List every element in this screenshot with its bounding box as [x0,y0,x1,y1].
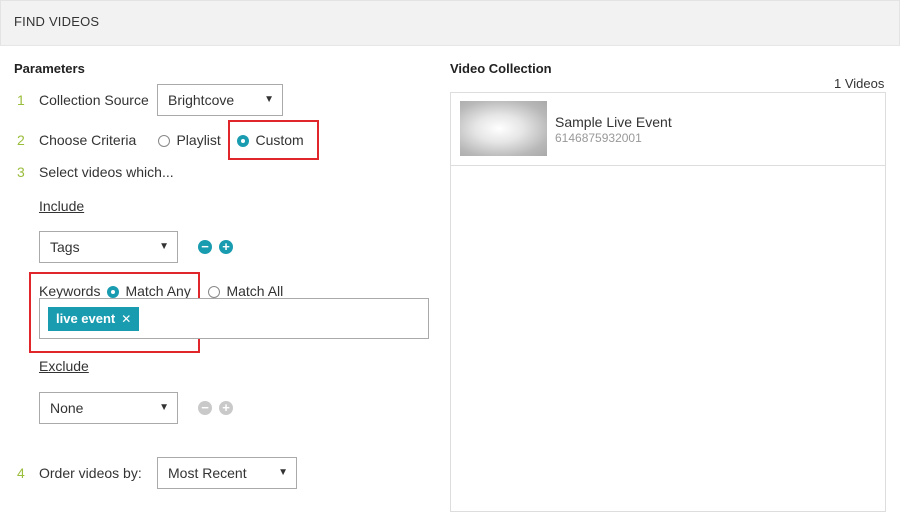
exclude-heading: Exclude [39,358,89,374]
video-collection-heading: Video Collection [450,61,552,76]
video-id: 6146875932001 [555,131,642,145]
order-videos-value: Most Recent [168,465,247,481]
keywords-label: Keywords [39,283,101,299]
include-field-select[interactable]: Tags ▼ [39,231,178,263]
video-title: Sample Live Event [555,114,672,130]
remove-criteria-button[interactable]: − [198,240,212,254]
find-videos-header [0,0,900,46]
match-any-label: Match Any [125,283,191,299]
close-icon[interactable]: ✕ [121,312,131,326]
order-videos-label: Order videos by: [39,465,142,481]
collection-source-select[interactable]: Brightcove ▼ [157,84,283,116]
minus-circle-icon: − [201,239,209,254]
criteria-option-custom[interactable]: Custom [237,132,304,150]
order-videos-select[interactable]: Most Recent ▼ [157,457,297,489]
step-number-3: 3 [17,164,25,180]
exclude-add-button: + [219,401,233,415]
playlist-label: Playlist [176,132,221,148]
keyword-tag-chip: live event ✕ [48,307,140,331]
exclude-remove-button: − [198,401,212,415]
exclude-field-value: None [50,400,84,416]
custom-label: Custom [255,132,304,148]
playlist-radio[interactable] [158,134,170,147]
plus-circle-icon: + [222,400,230,415]
include-heading: Include [39,198,85,214]
keyword-tag-label: live event [56,311,116,326]
step-number-4: 4 [17,465,25,481]
include-field-value: Tags [50,239,80,255]
choose-criteria-label: Choose Criteria [39,132,137,148]
chevron-down-icon: ▼ [264,94,274,105]
page-title: FIND VIDEOS [14,14,100,29]
plus-circle-icon: + [222,239,230,254]
step-number-2: 2 [17,132,25,148]
chevron-down-icon: ▼ [278,467,288,478]
match-all-radio[interactable] [208,285,220,298]
match-any-radio[interactable] [107,285,119,298]
criteria-option-playlist[interactable]: Playlist [158,132,221,150]
chevron-down-icon: ▼ [159,241,169,252]
add-criteria-button[interactable]: + [219,240,233,254]
video-thumbnail[interactable] [460,101,547,156]
parameters-heading: Parameters [14,61,85,76]
video-count: 1 Videos [834,76,885,91]
select-videos-label: Select videos which... [39,164,174,180]
exclude-field-select[interactable]: None ▼ [39,392,178,424]
collection-source-value: Brightcove [168,92,235,108]
custom-radio[interactable] [237,134,249,147]
step-number-1: 1 [17,92,25,108]
chevron-down-icon: ▼ [159,402,169,413]
collection-source-label: Collection Source [39,92,149,108]
minus-circle-icon: − [201,400,209,415]
match-all-label: Match All [226,283,284,299]
